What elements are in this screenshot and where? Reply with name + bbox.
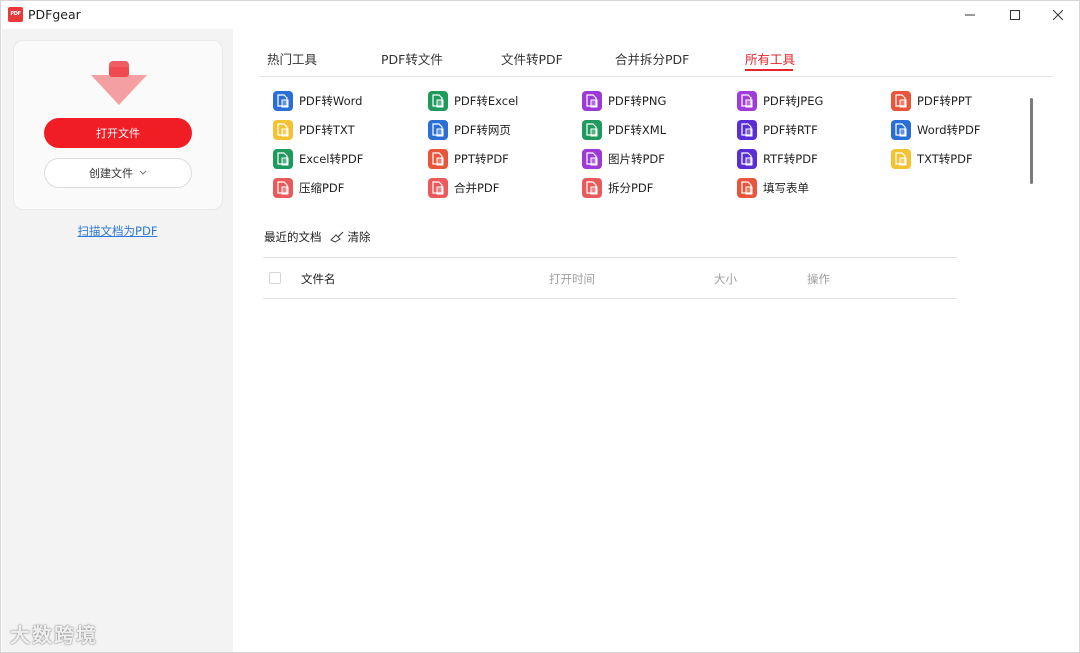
table-bottom-divider bbox=[263, 298, 957, 299]
tool-label: TXT转PDF bbox=[917, 152, 973, 166]
tool-item[interactable]: PPT转PDF bbox=[428, 148, 509, 170]
ppt-to-pdf-icon bbox=[428, 149, 448, 169]
active-tab-indicator bbox=[745, 69, 793, 71]
tab-popular-tools[interactable]: 热门工具 bbox=[267, 49, 317, 68]
excel-to-pdf-icon bbox=[273, 149, 293, 169]
open-file-card[interactable]: 打开文件 创建文件 bbox=[13, 40, 223, 210]
tool-label: PPT转PDF bbox=[454, 152, 509, 166]
tool-label: 合并PDF bbox=[454, 181, 500, 195]
tool-tabs: 热门工具 PDF转文件 文件转PDF 合并拆分PDF 所有工具 bbox=[265, 41, 1055, 77]
tool-label: PDF转JPEG bbox=[763, 94, 824, 108]
tool-label: PDF转RTF bbox=[763, 123, 818, 137]
pdf-to-txt-icon bbox=[273, 120, 293, 140]
table-top-divider bbox=[263, 257, 957, 258]
tool-label: PDF转Word bbox=[299, 94, 363, 108]
minimize-button[interactable] bbox=[947, 1, 993, 29]
app-window: PDF PDFgear 打开文件 创建文件 扫描文档为PDF 大数跨境 热门工具… bbox=[0, 0, 1080, 653]
app-title: PDFgear bbox=[28, 7, 81, 22]
tool-label: PDF转网页 bbox=[454, 123, 511, 137]
create-file-label: 创建文件 bbox=[89, 167, 133, 180]
tab-pdf-to-file[interactable]: PDF转文件 bbox=[381, 49, 443, 68]
column-header-actions: 操作 bbox=[807, 272, 830, 286]
tool-label: RTF转PDF bbox=[763, 152, 818, 166]
close-icon bbox=[1053, 10, 1063, 20]
tool-item[interactable]: PDF转Word bbox=[273, 90, 362, 112]
pdf-to-png-icon bbox=[582, 91, 602, 111]
word-to-pdf-icon bbox=[891, 120, 911, 140]
tool-item[interactable]: PDF转RTF bbox=[737, 119, 818, 141]
split-pdf-icon bbox=[582, 178, 602, 198]
tool-item[interactable]: 压缩PDF bbox=[273, 177, 344, 199]
scan-to-pdf-link[interactable]: 扫描文档为PDF bbox=[2, 223, 233, 239]
pdf-to-rtf-icon bbox=[737, 120, 757, 140]
tool-item[interactable]: Word转PDF bbox=[891, 119, 980, 141]
tool-item[interactable]: 拆分PDF bbox=[582, 177, 653, 199]
fill-form-icon bbox=[737, 178, 757, 198]
pdf-to-xml-icon bbox=[582, 120, 602, 140]
tool-label: PDF转PPT bbox=[917, 94, 972, 108]
create-file-button[interactable]: 创建文件 bbox=[44, 158, 192, 188]
tool-item[interactable]: PDF转PNG bbox=[582, 90, 666, 112]
tool-item[interactable]: PDF转JPEG bbox=[737, 90, 823, 112]
maximize-button[interactable] bbox=[992, 1, 1038, 29]
recent-documents-header: 最近的文档 清除 bbox=[264, 229, 371, 245]
column-header-open-time[interactable]: 打开时间 bbox=[549, 271, 595, 287]
merge-pdf-icon bbox=[428, 178, 448, 198]
tool-item[interactable]: RTF转PDF bbox=[737, 148, 818, 170]
pdf-to-word-icon bbox=[273, 91, 293, 111]
tool-label: PDF转PNG bbox=[608, 94, 667, 108]
pdfgear-logo-icon: PDF bbox=[8, 7, 23, 22]
scrollbar-thumb[interactable] bbox=[1030, 98, 1033, 184]
tool-label: 图片转PDF bbox=[608, 152, 665, 166]
maximize-icon bbox=[1010, 10, 1020, 20]
tool-item[interactable]: 填写表单 bbox=[737, 177, 809, 199]
rtf-to-pdf-icon bbox=[737, 149, 757, 169]
tool-label: 拆分PDF bbox=[608, 181, 654, 195]
clear-recent-button[interactable]: 清除 bbox=[329, 229, 371, 245]
sidebar: 打开文件 创建文件 扫描文档为PDF 大数跨境 bbox=[2, 29, 233, 652]
watermark-logo: 大数跨境 bbox=[10, 623, 98, 647]
column-header-filename[interactable]: 文件名 bbox=[301, 271, 336, 287]
image-to-pdf-icon bbox=[582, 149, 602, 169]
tab-merge-split-pdf[interactable]: 合并拆分PDF bbox=[615, 49, 689, 68]
tool-label: PDF转XML bbox=[608, 123, 667, 137]
tool-label: PDF转Excel bbox=[454, 94, 519, 108]
download-arrow-icon bbox=[91, 61, 147, 105]
pdf-to-jpeg-icon bbox=[737, 91, 757, 111]
txt-to-pdf-icon bbox=[891, 149, 911, 169]
tool-item[interactable]: TXT转PDF bbox=[891, 148, 973, 170]
tab-all-tools[interactable]: 所有工具 bbox=[745, 49, 795, 68]
column-header-size[interactable]: 大小 bbox=[714, 271, 737, 287]
chevron-down-icon bbox=[139, 170, 147, 175]
pdf-to-excel-icon bbox=[428, 91, 448, 111]
tool-item[interactable]: PDF转TXT bbox=[273, 119, 355, 141]
open-file-button[interactable]: 打开文件 bbox=[44, 118, 192, 148]
tool-label: Excel转PDF bbox=[299, 152, 364, 166]
tool-item[interactable]: 合并PDF bbox=[428, 177, 499, 199]
pdf-to-ppt-icon bbox=[891, 91, 911, 111]
tab-file-to-pdf[interactable]: 文件转PDF bbox=[501, 49, 563, 68]
tool-label: 填写表单 bbox=[763, 181, 809, 195]
tool-item[interactable]: PDF转XML bbox=[582, 119, 666, 141]
select-all-checkbox[interactable] bbox=[269, 272, 281, 284]
clear-label: 清除 bbox=[347, 230, 371, 244]
tool-item[interactable]: PDF转Excel bbox=[428, 90, 518, 112]
minimize-icon bbox=[965, 14, 975, 16]
pdf-to-webpage-icon bbox=[428, 120, 448, 140]
tool-label: Word转PDF bbox=[917, 123, 981, 137]
broom-icon bbox=[329, 231, 343, 243]
compress-pdf-icon bbox=[273, 178, 293, 198]
close-button[interactable] bbox=[1035, 1, 1079, 29]
recent-documents-title: 最近的文档 bbox=[264, 230, 322, 244]
title-bar: PDF PDFgear bbox=[1, 1, 1079, 29]
tool-item[interactable]: 图片转PDF bbox=[582, 148, 665, 170]
tabs-divider bbox=[259, 76, 1053, 77]
tool-label: 压缩PDF bbox=[299, 181, 345, 195]
tool-item[interactable]: Excel转PDF bbox=[273, 148, 363, 170]
tool-label: PDF转TXT bbox=[299, 123, 355, 137]
tool-item[interactable]: PDF转网页 bbox=[428, 119, 511, 141]
tool-item[interactable]: PDF转PPT bbox=[891, 90, 972, 112]
